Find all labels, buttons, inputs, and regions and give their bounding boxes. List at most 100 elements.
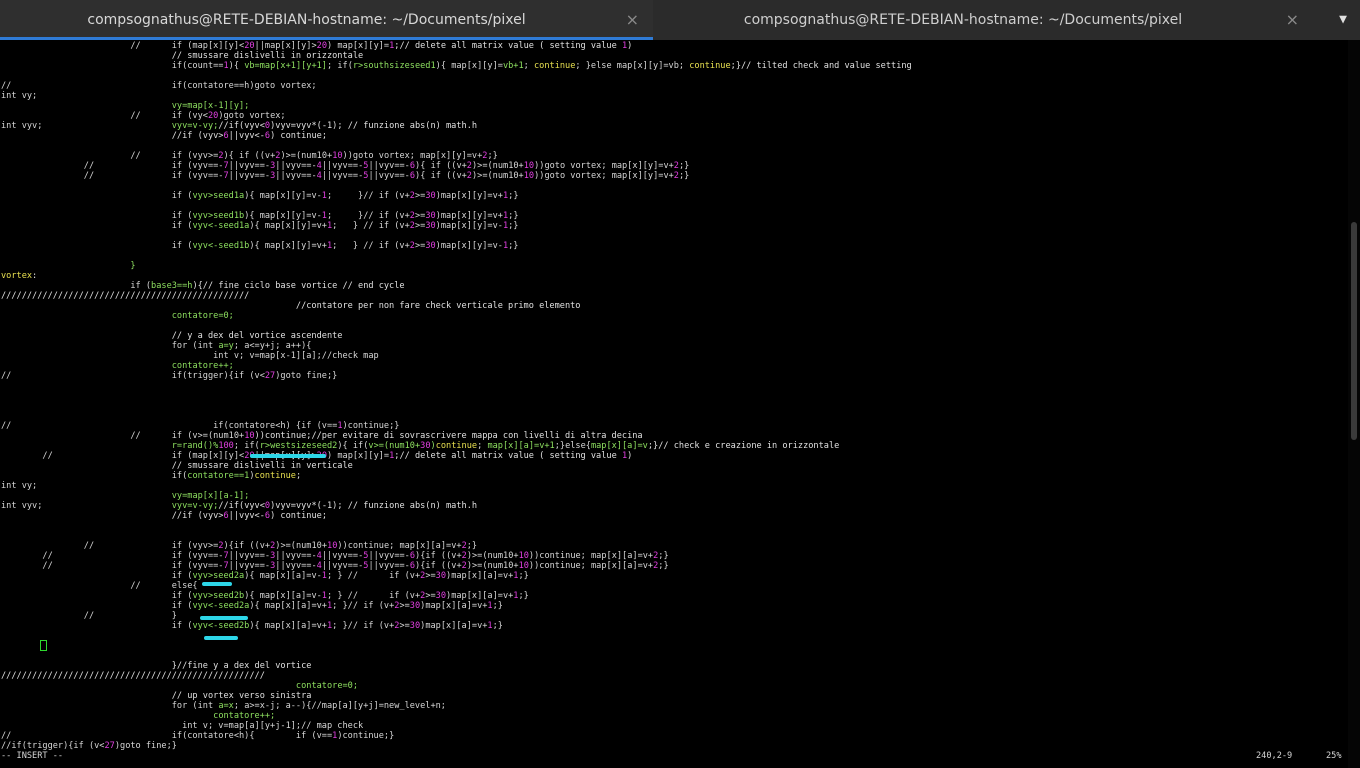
- scroll-percent: 25%: [1326, 751, 1342, 761]
- code-token: ))continue; map[x][a]=v+: [528, 551, 654, 561]
- code-line: // if (vy<20)goto vortex;: [1, 111, 912, 121]
- code-line: }: [1, 261, 912, 271]
- scrollbar-thumb[interactable]: [1351, 222, 1357, 441]
- code-line: if(count==1){ vb=map[x+1][y+1]; if(r>sou…: [1, 61, 912, 71]
- code-token: ;}: [508, 221, 519, 231]
- code-token: 30: [409, 621, 421, 631]
- code-token: int vyv;: [1, 501, 172, 511]
- code-token: ;: [295, 471, 302, 481]
- code-token: ){ map[x][a]=v-: [244, 591, 322, 601]
- code-token: )map[x][a]=v+: [420, 601, 488, 611]
- close-icon[interactable]: ×: [1286, 0, 1299, 40]
- code-token: vyv=v-vy;: [171, 501, 219, 511]
- code-line: if (base3==h){// fine ciclo base vortice…: [1, 281, 912, 291]
- code-token: ||vyv==-: [228, 161, 271, 171]
- code-token: 30: [420, 441, 431, 451]
- code-line: // if(contatore<h){ if (v==1)continue;}: [1, 731, 912, 741]
- code-token: ){if ((v+: [415, 551, 462, 561]
- code-token: v>=(num10+: [368, 441, 421, 451]
- code-token: )map[x][y]=v+: [435, 191, 503, 201]
- code-token: ;: [523, 61, 534, 71]
- code-line: vy=map[x][a-1];: [1, 491, 912, 501]
- code-token: // if (v>=(num10+: [1, 431, 245, 441]
- code-token: ||vyv==-: [368, 171, 410, 181]
- close-icon[interactable]: ×: [626, 0, 639, 40]
- tab-terminal-2[interactable]: compsognathus@RETE-DEBIAN-hostname: ~/Do…: [653, 0, 1313, 40]
- code-token: // if(trigger){if (v<: [1, 371, 265, 381]
- code-token: if (: [1, 591, 193, 601]
- code-line: // smussare dislivelli in verticale: [1, 461, 912, 471]
- code-token: if (: [1, 211, 193, 221]
- code-line: if (vyv>seed2b){ map[x][a]=v-1; } // if …: [1, 591, 912, 601]
- code-token: ){ map[x][y]=v+: [249, 221, 327, 231]
- code-token: ){ map[x][a]=v+: [249, 621, 327, 631]
- code-line: int v; v=map[a][y+j-1];// map check: [1, 721, 912, 731]
- code-line: // if (vyv==-7||vyv==-3||vyv==-4||vyv==-…: [1, 171, 912, 181]
- code-token: >=: [425, 591, 436, 601]
- code-token: a=y: [218, 341, 234, 351]
- code-token: // y a dex del vortice ascendente: [1, 331, 343, 341]
- chevron-down-icon[interactable]: ▼: [1326, 0, 1360, 40]
- scrollbar[interactable]: [1348, 40, 1360, 768]
- code-token: )>=(num10+: [466, 561, 519, 571]
- code-token: //if(vyv<: [218, 121, 265, 131]
- code-token: )>=(num10+: [471, 161, 524, 171]
- code-token: // smussare dislivelli in orizzontale: [1, 51, 364, 61]
- code-token: r=rand()%: [171, 441, 219, 451]
- code-token: ){ if(: [337, 441, 369, 451]
- cursor-position: 240,2-9: [1256, 751, 1293, 761]
- code-token: vyv<-seed1b: [192, 241, 250, 251]
- code-token: ; }else map[x][y]=vb;: [575, 61, 690, 71]
- code-token: // if (vyv==-: [1, 161, 224, 171]
- code-token: ; }// if (v+: [332, 621, 395, 631]
- code-token: //if (vyv>: [1, 131, 224, 141]
- code-token: // if (vyv>=: [1, 151, 219, 161]
- code-token: if(count==: [1, 61, 224, 71]
- code-token: ){ if ((v+: [415, 161, 467, 171]
- code-token: map[x][a]=v: [590, 441, 648, 451]
- code-token: //if (vyv>: [1, 511, 224, 521]
- code-token: ||vyv==-: [228, 561, 271, 571]
- editor-text: // if (map[x][y]<20||map[x][y]>20) map[x…: [1, 41, 912, 751]
- code-token: ; if(: [233, 441, 260, 451]
- code-token: 30: [435, 571, 447, 581]
- code-token: ;// delete all matrix value ( setting va…: [394, 451, 622, 461]
- tab-terminal-1[interactable]: compsognathus@RETE-DEBIAN-hostname: ~/Do…: [0, 0, 653, 40]
- code-token: ////////////////////////////////////////…: [1, 291, 250, 301]
- text-cursor: [40, 640, 47, 651]
- code-token: base3==h: [151, 281, 193, 291]
- code-token: 10: [523, 171, 535, 181]
- code-token: ;}// tilted check and value setting: [730, 61, 912, 71]
- code-token: contatore++;: [213, 711, 276, 721]
- code-token: 20: [316, 41, 327, 51]
- code-token: ||vyv==-: [368, 161, 410, 171]
- annotation-underline: [204, 636, 238, 640]
- code-token: vyv>seed2a: [192, 571, 245, 581]
- code-line: ////////////////////////////////////////…: [1, 671, 912, 681]
- code-token: ): [627, 41, 633, 51]
- code-token: ) map[x][y]=: [327, 451, 390, 461]
- code-token: 10: [523, 161, 535, 171]
- code-token: ;}: [518, 571, 529, 581]
- code-token: ;}: [658, 551, 669, 561]
- code-line: // if (vyv>=2){ if ((v+2)>=(num10+10))go…: [1, 151, 912, 161]
- code-token: a=x: [218, 701, 234, 711]
- code-token: vyv<-seed2a: [192, 601, 250, 611]
- code-line: // if (vyv==-7||vyv==-3||vyv==-4||vyv==-…: [1, 551, 912, 561]
- code-token: contatore++;: [171, 361, 234, 371]
- code-token: >=: [414, 241, 426, 251]
- code-token: // if (map[x][y]<: [1, 41, 245, 51]
- code-token: ))goto vortex; map[x][y]=v+: [534, 171, 674, 181]
- code-token: ))continue;//per evitare di sovrascriver…: [254, 431, 643, 441]
- terminal-viewport[interactable]: // if (map[x][y]<20||map[x][y]>20) map[x…: [0, 40, 1348, 768]
- code-line: //if (vyv>6||vyv<-6) continue;: [1, 131, 912, 141]
- code-token: // up vortex verso sinistra: [1, 691, 312, 701]
- code-token: ;}else{: [554, 441, 591, 451]
